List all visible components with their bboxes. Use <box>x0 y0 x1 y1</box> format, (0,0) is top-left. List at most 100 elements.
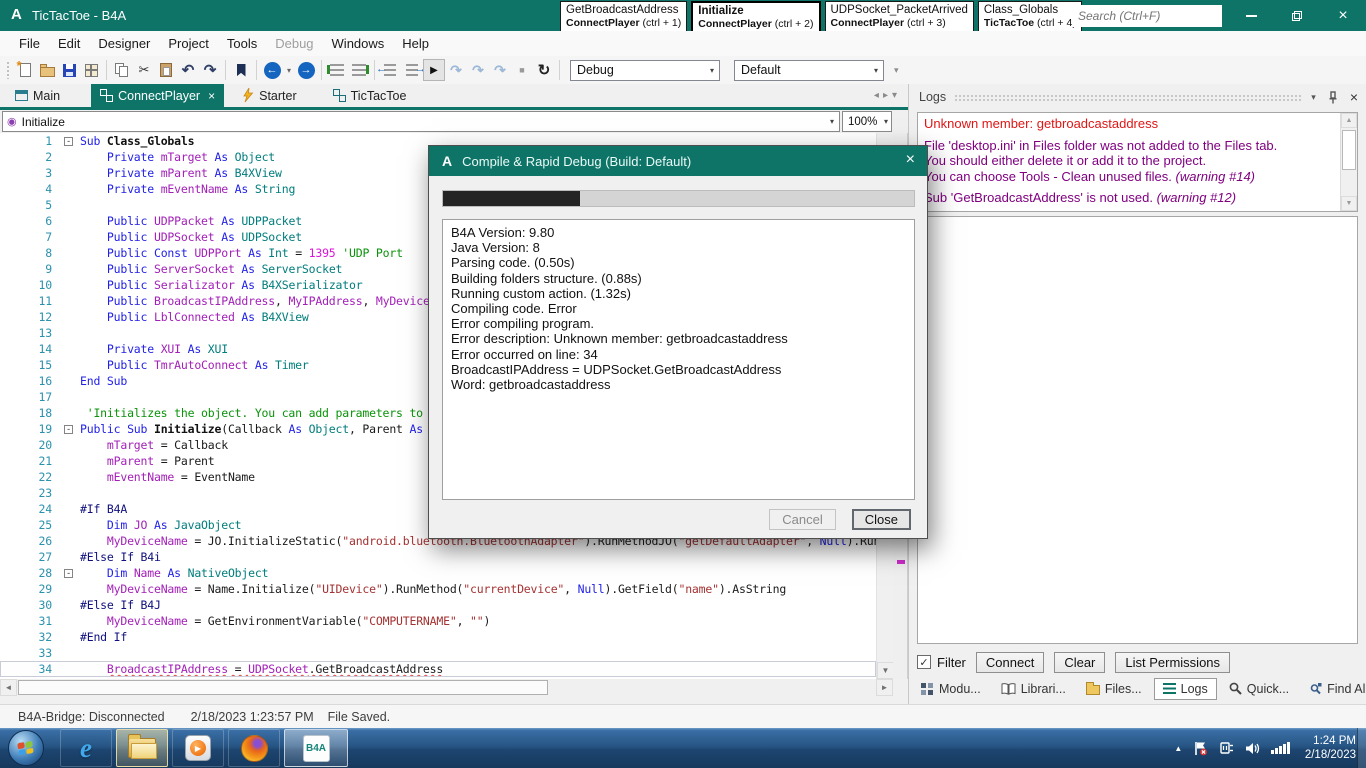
pin-icon[interactable] <box>1328 91 1338 104</box>
editor-horizontal-scrollbar[interactable]: ◄ ► <box>0 679 893 696</box>
close-button[interactable]: × <box>1320 0 1366 31</box>
menu-item-debug[interactable]: Debug <box>266 31 322 56</box>
run-button[interactable]: ▶ <box>423 59 445 81</box>
scrollbar-thumb[interactable] <box>1342 130 1356 170</box>
tray-clock[interactable]: 1:24 PM 2/18/2023 <box>1305 734 1356 762</box>
export-button[interactable] <box>80 59 102 81</box>
scroll-up-icon[interactable]: ▲ <box>1341 113 1357 128</box>
logs-panel-header[interactable]: Logs ▾ × <box>909 84 1366 110</box>
step-into-button[interactable]: ↷ <box>445 59 467 81</box>
scroll-down-icon[interactable]: ▼ <box>1341 196 1357 211</box>
show-desktop-button[interactable] <box>1357 728 1366 768</box>
dialog-close-button[interactable]: × <box>906 151 915 169</box>
dock-tab-findall[interactable]: Find All... <box>1301 679 1366 699</box>
panel-close-icon[interactable]: × <box>1350 89 1358 105</box>
dock-tab-quick[interactable]: Quick... <box>1221 679 1297 699</box>
uncomment-button[interactable] <box>348 59 370 81</box>
clear-button[interactable]: Clear <box>1054 652 1105 673</box>
compiler-messages-box[interactable]: Unknown member: getbroadcastaddressFile … <box>917 112 1358 212</box>
fold-collapse-icon[interactable]: - <box>64 425 73 434</box>
fold-collapse-icon[interactable]: - <box>64 569 73 578</box>
quick-nav-bookmark[interactable]: Class_GlobalsTicTacToe (ctrl + 4) <box>978 1 1082 34</box>
menu-item-tools[interactable]: Tools <box>218 31 266 56</box>
scroll-left-icon[interactable]: ◄ <box>0 679 17 696</box>
tab-prev-icon[interactable]: ◂ <box>874 90 883 101</box>
tab-starter[interactable]: Starter <box>234 84 306 107</box>
menu-item-project[interactable]: Project <box>159 31 217 56</box>
action-center-flag-icon[interactable] <box>1193 741 1208 756</box>
minimize-button[interactable] <box>1228 0 1274 31</box>
open-button[interactable] <box>36 59 58 81</box>
list-permissions-button[interactable]: List Permissions <box>1115 652 1230 673</box>
tab-list-icon[interactable]: ▾ <box>892 90 901 101</box>
taskbar-ie-button[interactable]: e <box>60 729 112 767</box>
undo-button[interactable]: ↶ <box>177 59 199 81</box>
restore-button[interactable] <box>1274 0 1320 31</box>
quick-nav-bookmark[interactable]: UDPSocket_PacketArrivedConnectPlayer (ct… <box>825 1 974 34</box>
copy-button[interactable] <box>111 59 133 81</box>
dock-tab-logs[interactable]: Logs <box>1154 678 1217 700</box>
tab-tictactoe[interactable]: TicTacToe <box>324 84 416 107</box>
taskbar-explorer-button[interactable] <box>116 729 168 767</box>
sub-navigator-select[interactable]: ◉ Initialize ▾ <box>2 111 840 132</box>
menu-item-edit[interactable]: Edit <box>49 31 89 56</box>
compile-log[interactable]: B4A Version: 9.80Java Version: 8Parsing … <box>442 219 915 500</box>
paste-button[interactable] <box>155 59 177 81</box>
device-log-box[interactable] <box>917 216 1358 644</box>
editor-zoom-select[interactable]: 100% ▾ <box>842 111 892 132</box>
tab-main[interactable]: Main <box>6 84 69 107</box>
menu-item-designer[interactable]: Designer <box>89 31 159 56</box>
redo-button[interactable]: ↷ <box>199 59 221 81</box>
tab-close-icon[interactable]: × <box>208 89 215 103</box>
back-history-dropdown[interactable]: ▾ <box>283 59 295 81</box>
build-config-select[interactable]: Default▾ <box>734 60 884 81</box>
save-button[interactable] <box>58 59 80 81</box>
stop-button[interactable]: ■ <box>511 59 533 81</box>
close-dialog-button[interactable]: Close <box>852 509 911 530</box>
taskbar-firefox-button[interactable] <box>228 729 280 767</box>
panel-menu-icon[interactable]: ▾ <box>1311 92 1316 103</box>
indent-button[interactable]: → <box>401 59 423 81</box>
tab-connectplayer[interactable]: ConnectPlayer× <box>91 84 224 107</box>
menu-item-help[interactable]: Help <box>393 31 438 56</box>
step-out-button[interactable]: ↷ <box>489 59 511 81</box>
dock-tab-files[interactable]: Files... <box>1078 679 1150 699</box>
power-plug-icon[interactable] <box>1219 741 1234 755</box>
scroll-down-icon[interactable]: ▼ <box>877 662 894 679</box>
connect-button[interactable]: Connect <box>976 652 1044 673</box>
dock-tab-librari[interactable]: Librari... <box>993 679 1074 699</box>
navigate-back-button[interactable]: ← <box>261 59 283 81</box>
search-box[interactable] <box>1072 5 1222 27</box>
cancel-button[interactable]: Cancel <box>769 509 835 530</box>
quick-nav-bookmark[interactable]: GetBroadcastAddressConnectPlayer (ctrl +… <box>560 1 687 34</box>
debug-mode-select[interactable]: Debug▾ <box>570 60 720 81</box>
taskbar-b4a-button[interactable]: B4A <box>284 729 348 767</box>
scrollbar-thumb[interactable] <box>18 680 548 695</box>
menu-item-windows[interactable]: Windows <box>323 31 394 56</box>
search-input[interactable] <box>1072 9 1235 23</box>
outdent-button[interactable]: ← <box>379 59 401 81</box>
comment-button[interactable] <box>326 59 348 81</box>
volume-icon[interactable] <box>1245 742 1260 755</box>
dock-tab-modu[interactable]: Modu... <box>913 679 989 699</box>
navigate-forward-button[interactable]: → <box>295 59 317 81</box>
tray-expand-icon[interactable]: ▲ <box>1174 744 1182 753</box>
menu-item-file[interactable]: File <box>10 31 49 56</box>
quick-nav-bookmark[interactable]: InitializeConnectPlayer (ctrl + 2) <box>691 1 820 34</box>
fold-collapse-icon[interactable]: - <box>64 137 73 146</box>
taskbar-wmp-button[interactable]: ▶ <box>172 729 224 767</box>
new-file-button[interactable]: * <box>14 59 36 81</box>
dialog-title-bar[interactable]: A Compile & Rapid Debug (Build: Default)… <box>429 146 927 176</box>
toolbar-overflow-button[interactable]: ▾ <box>894 65 899 76</box>
cut-button[interactable]: ✂ <box>133 59 155 81</box>
restart-button[interactable]: ↻ <box>533 59 555 81</box>
tab-next-icon[interactable]: ▸ <box>883 90 892 101</box>
tab-scroll-arrows[interactable]: ◂▸▾ <box>874 90 901 101</box>
network-signal-icon[interactable] <box>1271 742 1290 754</box>
scroll-right-icon[interactable]: ► <box>876 679 893 696</box>
messages-scrollbar[interactable]: ▲ ▼ <box>1340 113 1357 211</box>
step-over-button[interactable]: ↷ <box>467 59 489 81</box>
bookmark-button[interactable] <box>230 59 252 81</box>
filter-checkbox[interactable]: ✓ <box>917 655 931 669</box>
start-button[interactable] <box>8 730 44 766</box>
